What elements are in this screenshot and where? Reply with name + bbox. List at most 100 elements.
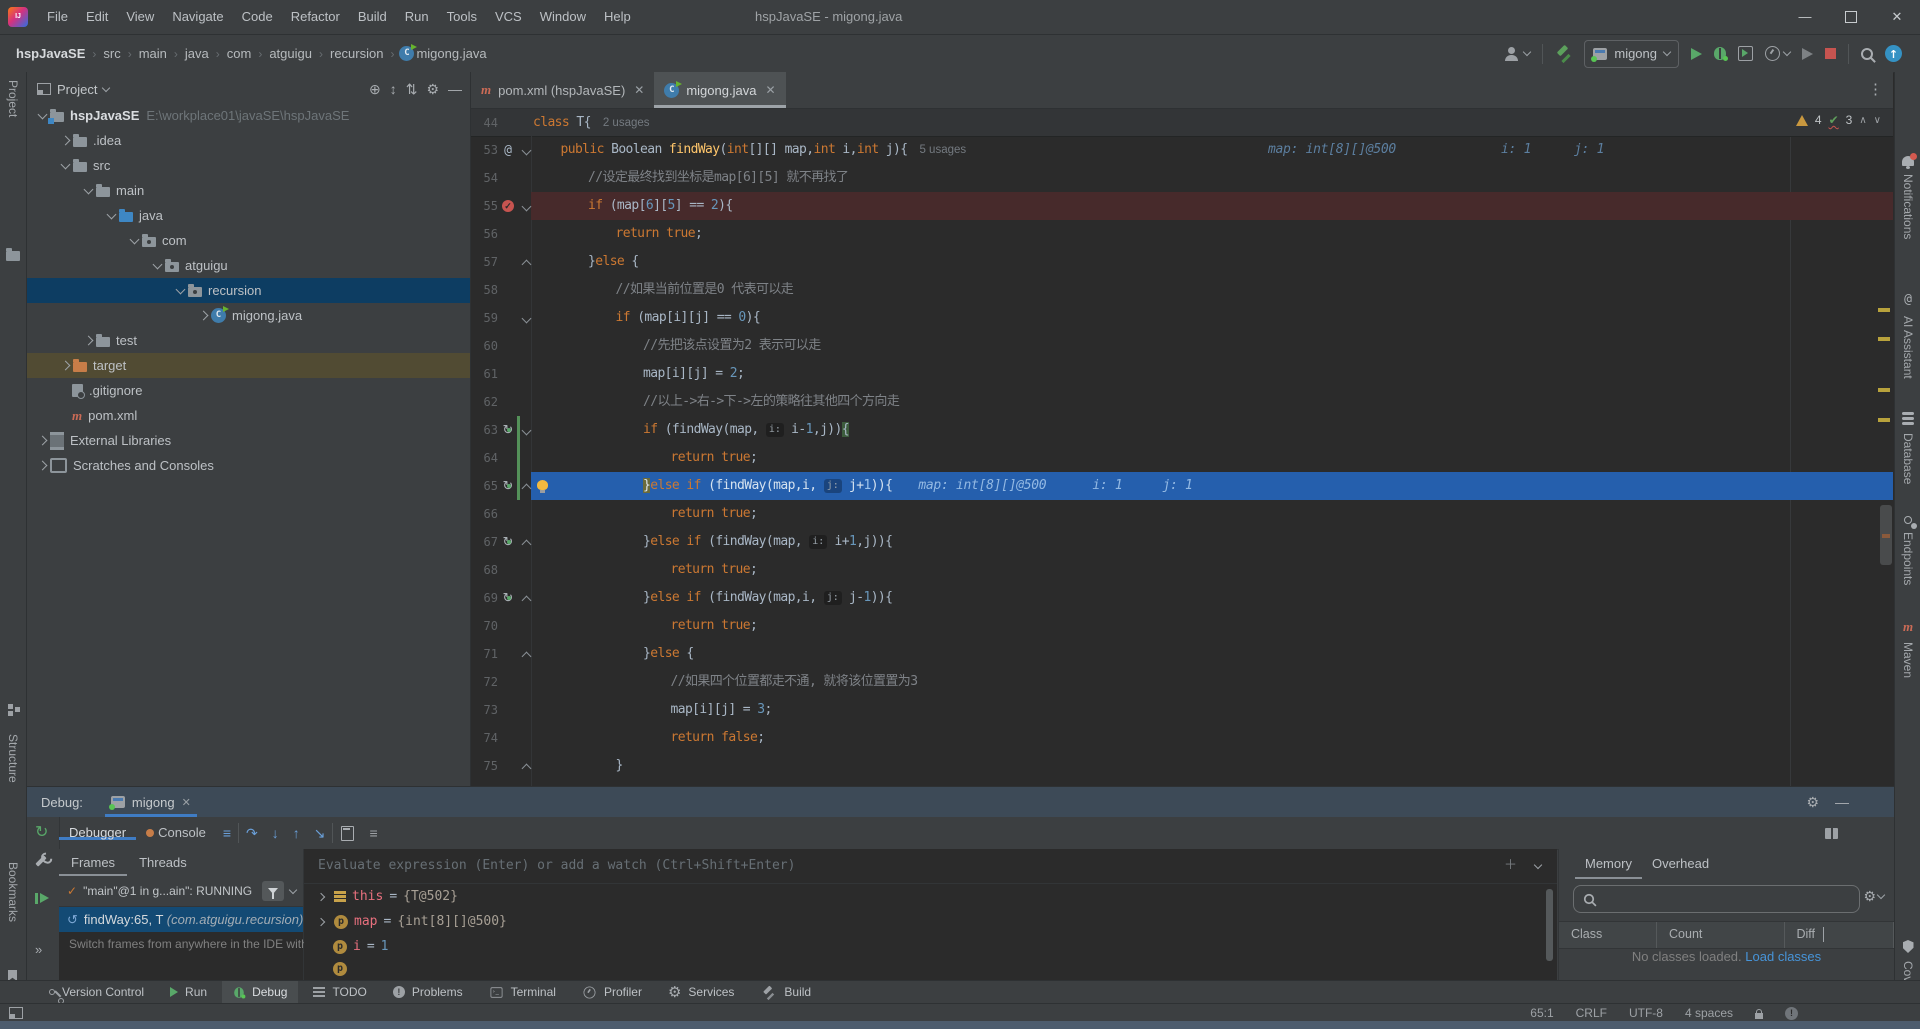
gear-icon[interactable]: ⚙ [426, 82, 439, 96]
line-number[interactable]: 57 [471, 248, 498, 276]
code-line[interactable]: 55if (map[6][5] == 2){ [471, 192, 1893, 220]
chevron-right-icon[interactable] [38, 436, 48, 446]
tool-button-debug[interactable]: Debug [222, 981, 298, 1003]
line-number[interactable]: 69 [471, 584, 498, 612]
gutter-icon-slot[interactable] [500, 472, 516, 500]
breadcrumb-item[interactable]: com [225, 46, 254, 61]
close-button[interactable]: ✕ [1874, 0, 1920, 34]
project-tree-item[interactable]: pom.xml [27, 403, 470, 428]
code-line[interactable]: 75} [471, 752, 1893, 780]
menu-code[interactable]: Code [233, 0, 282, 34]
tool-button-structure[interactable]: Structure [6, 734, 20, 783]
chevron-down-icon[interactable] [176, 285, 186, 295]
line-number[interactable]: 63 [471, 416, 498, 444]
memory-column-count[interactable]: Count [1657, 922, 1784, 948]
prev-problem-icon[interactable]: ∧ [1859, 115, 1866, 126]
code-line[interactable]: 68return true; [471, 556, 1893, 584]
status-item-encoding[interactable]: UTF-8 [1629, 1006, 1663, 1020]
more-actions-icon[interactable]: » [35, 943, 42, 956]
menu-window[interactable]: Window [531, 0, 595, 34]
run-to-cursor-icon[interactable]: ↘ [307, 825, 333, 842]
editor-tab[interactable]: migong.java✕ [654, 72, 785, 108]
fold-end-icon[interactable] [522, 484, 532, 494]
gutter-icon-slot[interactable] [500, 416, 516, 444]
code-line[interactable]: 64return true; [471, 444, 1893, 472]
gutter-icon-slot[interactable] [500, 584, 516, 612]
code-line[interactable]: 62//以上->右->下->左的策略往其他四个方向走 [471, 388, 1893, 416]
line-number[interactable]: 54 [471, 164, 498, 192]
code-line[interactable]: 67}else if (findWay(map, i: i+1,j)){ [471, 528, 1893, 556]
expand-all-icon[interactable]: ↕ [390, 82, 397, 96]
memory-tab-overhead[interactable]: Overhead [1642, 849, 1719, 879]
project-tree-item[interactable]: java [27, 203, 470, 228]
memory-column-class[interactable]: Class [1559, 922, 1657, 948]
collaboration-button[interactable] [1504, 47, 1530, 61]
chevron-down-icon[interactable] [61, 160, 71, 170]
chevron-right-icon[interactable] [38, 461, 48, 471]
recursive-call-icon[interactable] [503, 480, 514, 493]
tool-button-ai-assistant[interactable]: AI Assistant [1895, 290, 1920, 379]
locate-file-icon[interactable]: ⊕ [369, 82, 381, 96]
debugger-tab-console[interactable]: Console [136, 825, 216, 840]
line-number[interactable]: 55 [471, 192, 498, 220]
project-tree-item[interactable]: com [27, 228, 470, 253]
project-tree-item[interactable]: atguigu [27, 253, 470, 278]
build-hammer-icon[interactable] [1555, 45, 1572, 62]
tool-button-terminal[interactable]: Terminal [478, 981, 567, 1003]
line-number[interactable]: 62 [471, 388, 498, 416]
chevron-down-icon[interactable] [84, 185, 94, 195]
recursive-call-icon[interactable] [503, 592, 514, 605]
code-line[interactable]: 72//如果四个位置都走不通, 就将该位置置为3 [471, 668, 1893, 696]
profiler-button[interactable] [1765, 46, 1790, 61]
code-line[interactable]: 66return true; [471, 500, 1893, 528]
breadcrumb-file[interactable]: migong.java [414, 46, 488, 61]
gear-icon[interactable]: ⚙ [1806, 795, 1819, 809]
code-line[interactable]: 44class T{2 usages [471, 109, 1893, 137]
project-tool-icon[interactable] [6, 251, 20, 261]
usages-annotation[interactable]: 2 usages [603, 117, 650, 129]
run-button[interactable] [1691, 48, 1702, 60]
tool-button-bookmarks[interactable]: Bookmarks [6, 862, 20, 922]
hide-panel-icon[interactable]: — [1835, 795, 1849, 809]
tool-button-database[interactable]: Database [1895, 412, 1920, 484]
menu-refactor[interactable]: Refactor [282, 0, 349, 34]
chevron-right-icon[interactable] [61, 136, 71, 146]
debugger-tab-debugger[interactable]: Debugger [59, 825, 136, 840]
editor-tab[interactable]: pom.xml (hspJavaSE)✕ [471, 72, 654, 108]
tool-button-todo[interactable]: TODO [302, 981, 377, 1003]
step-over-icon[interactable]: ↷ [239, 825, 265, 842]
run-with-coverage-button[interactable] [1738, 46, 1753, 61]
line-number[interactable]: 60 [471, 332, 498, 360]
fold-start-icon[interactable] [522, 314, 532, 324]
fold-start-icon[interactable] [522, 202, 532, 212]
step-out-icon[interactable]: ↑ [286, 825, 307, 841]
chevron-right-icon[interactable] [199, 311, 209, 321]
line-number[interactable]: 71 [471, 640, 498, 668]
project-tree-item[interactable]: .gitignore [27, 378, 470, 403]
next-problem-icon[interactable]: ∨ [1874, 115, 1881, 126]
menu-help[interactable]: Help [595, 0, 640, 34]
close-icon[interactable]: ✕ [765, 83, 775, 97]
menu-run[interactable]: Run [396, 0, 438, 34]
project-tree-item[interactable]: main [27, 178, 470, 203]
code-line[interactable]: 60//先把该点设置为2 表示可以走 [471, 332, 1893, 360]
breadcrumb-item[interactable]: atguigu [267, 46, 314, 61]
settings-wrench-icon[interactable] [35, 855, 46, 866]
line-number[interactable]: 56 [471, 220, 498, 248]
stripe-warning-mark[interactable] [1878, 418, 1890, 422]
chevron-down-icon[interactable] [38, 110, 48, 120]
close-icon[interactable]: ✕ [182, 796, 191, 809]
tool-button-problems[interactable]: Problems [382, 981, 474, 1003]
tool-button-profiler[interactable]: Profiler [571, 981, 653, 1003]
stop-button[interactable] [1825, 48, 1836, 59]
fold-end-icon[interactable] [522, 540, 532, 550]
recursive-call-icon[interactable] [503, 424, 514, 437]
project-tree-item[interactable]: src [27, 153, 470, 178]
evaluate-expression-icon[interactable] [341, 826, 354, 841]
chevron-down-icon[interactable] [130, 235, 140, 245]
inspections-widget[interactable]: 4 ✔ 3 ∧ ∨ [1796, 113, 1881, 127]
maximize-button[interactable] [1828, 0, 1874, 34]
hide-panel-icon[interactable]: — [448, 82, 462, 96]
breakpoint-icon[interactable] [502, 200, 514, 212]
code-line[interactable]: 63if (findWay(map, i: i-1,j)){ [471, 416, 1893, 444]
